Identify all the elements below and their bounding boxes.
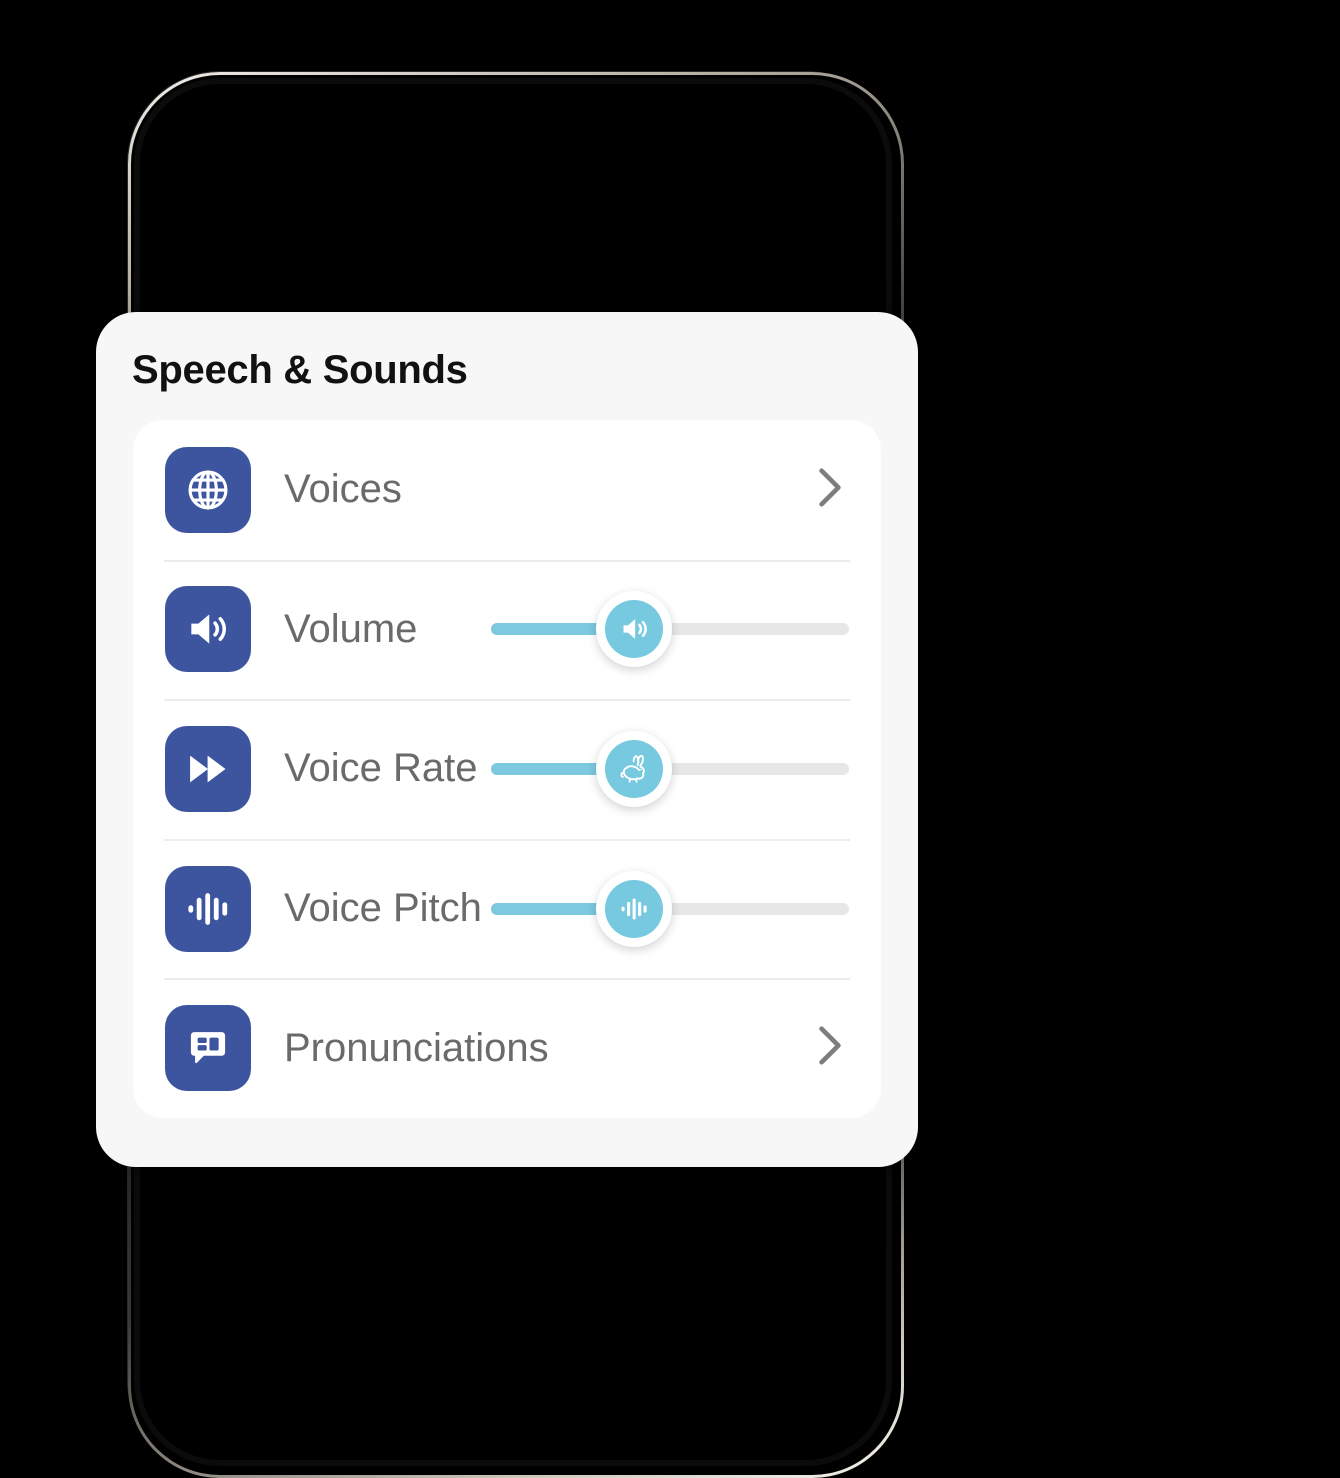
volume-slider[interactable] [491, 586, 849, 672]
dynamic-island [397, 128, 629, 194]
speech-settings-list: Voices Volume Voice Rate Voice Pitch Pro… [133, 420, 881, 1118]
slider-thumb[interactable] [596, 870, 673, 947]
settings-row-pronunciations[interactable]: Pronunciations [133, 978, 881, 1118]
status-bar: 9:41 [156, 100, 870, 204]
slider-thumb[interactable] [596, 730, 673, 807]
settings-row-label: Voice Pitch [284, 886, 482, 931]
settings-row-label: Themes [319, 1339, 446, 1378]
speaker-wave-icon [605, 600, 664, 659]
earpiece-speaker [413, 140, 535, 182]
settings-row-volume[interactable]: Volume [133, 559, 881, 700]
chevron-right-icon [817, 1025, 843, 1072]
fast-forward-icon [165, 725, 251, 812]
page-title: Settings [434, 226, 592, 270]
row-divider [164, 838, 850, 841]
settings-row-label: Volume [284, 606, 418, 651]
cellular-signal-icon [652, 134, 688, 165]
waveform-icon [165, 865, 251, 952]
settings-row-voice-pitch[interactable]: Voice Pitch [133, 838, 881, 979]
palette-icon [218, 1323, 290, 1395]
card-title: Speech & Sounds [132, 348, 468, 392]
photo-stack-icon [218, 1441, 290, 1446]
settings-row-voice-rate[interactable]: Voice Rate [133, 699, 881, 839]
row-divider [164, 978, 850, 981]
nav-bar: Settings [156, 204, 870, 300]
row-divider [218, 1300, 836, 1302]
battery-icon [747, 134, 798, 165]
rabbit-icon [605, 739, 664, 798]
status-time: 9:41 [248, 134, 327, 176]
chevron-right-icon [804, 1338, 828, 1381]
wifi-icon [701, 134, 735, 165]
waveform-icon [605, 879, 664, 938]
settings-row-voices[interactable]: Voices [133, 420, 881, 560]
globe-icon [165, 446, 251, 533]
settings-row-themes[interactable]: Themes [156, 1300, 870, 1418]
row-divider [218, 1418, 836, 1420]
speaker-wave-icon [165, 586, 251, 673]
row-divider [164, 559, 850, 562]
settings-row-label: Pronunciations [284, 1025, 549, 1070]
row-divider [164, 699, 850, 702]
voice-pitch-slider[interactable] [491, 866, 849, 952]
settings-row-background-themes[interactable]: Background Themes [156, 1418, 870, 1446]
status-icons [652, 134, 798, 165]
slider-thumb[interactable] [596, 591, 673, 668]
voice-rate-slider[interactable] [491, 726, 849, 812]
speech-bubble-icon [165, 1005, 251, 1092]
settings-row-label: Voices [284, 467, 402, 512]
front-camera [576, 144, 610, 178]
speech-and-sounds-card: Speech & Sounds Voices Volume Voice Rate… [96, 312, 918, 1167]
settings-row-label: Voice Rate [284, 746, 478, 791]
chevron-right-icon [817, 466, 843, 513]
